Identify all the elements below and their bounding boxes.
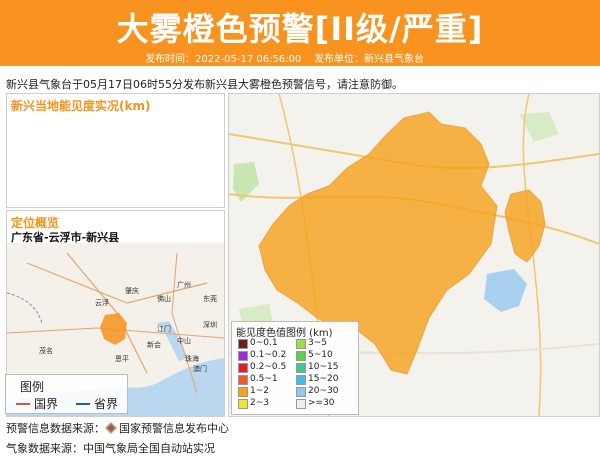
map-label: 江门: [157, 324, 171, 333]
map-label: 云浮: [95, 298, 109, 307]
warning-source: 预警信息数据来源： 国家预警信息发布中心: [6, 420, 229, 436]
province-border-line: [76, 403, 90, 405]
warning-meta: 发布时间：2022-05-17 06:56:00 发布单位：新兴县气象台: [145, 50, 424, 65]
warning-intro: 新兴县气象台于05月17日06时55分发布新兴县大雾橙色预警信号，请注意防御。: [6, 78, 403, 91]
map-label: 新会: [147, 340, 161, 349]
map-legend: 图例 国界 省界: [5, 374, 128, 414]
visibility-swatch-label: 0.1~0.2: [250, 350, 287, 360]
warning-banner: 大雾橙色预警[II级/严重] 发布时间：2022-05-17 06:56:00 …: [0, 0, 600, 66]
national-border-label: 国界: [34, 397, 59, 411]
map-label: 深圳: [203, 320, 217, 329]
visibility-swatch-label: 2~3: [250, 398, 269, 408]
warning-center-link[interactable]: 国家预警信息发布中心: [119, 422, 229, 435]
visibility-swatch: [296, 351, 306, 361]
publish-unit: 发布单位：新兴县气象台: [314, 54, 424, 65]
publish-time: 发布时间：2022-05-17 06:56:00: [145, 54, 302, 65]
visibility-swatch: [296, 339, 306, 349]
visibility-swatch: [296, 387, 306, 397]
visibility-swatch-label: 20~30: [308, 386, 339, 396]
visibility-swatch-label: 3~5: [308, 338, 327, 348]
visibility-swatch-label: 0.2~0.5: [250, 362, 287, 372]
weather-source: 气象数据来源：中国气象局全国自动站实况: [6, 442, 215, 455]
visibility-swatch-label: 15~20: [308, 374, 339, 384]
main-map[interactable]: 能见度色值图例 (km) 0~0.1 3~5 0.1~0.2 5~10 0.2~0.5 1…: [228, 93, 600, 417]
visibility-legend: 能见度色值图例 (km) 0~0.1 3~5 0.1~0.2 5~10 0.2~0.5 1…: [231, 321, 359, 415]
visibility-swatch: [238, 351, 248, 361]
national-border-line: [16, 403, 30, 405]
province-border-label: 省界: [94, 397, 119, 411]
visibility-swatch-label: >=30: [308, 398, 335, 408]
map-label: 中山: [177, 336, 191, 345]
visibility-swatch: [238, 363, 248, 373]
map-legend-title: 图例: [20, 380, 45, 394]
map-label: 肇庆: [125, 286, 139, 295]
visibility-swatch: [238, 399, 248, 409]
visibility-swatch: [238, 375, 248, 385]
map-label: 茂名: [39, 346, 53, 355]
visibility-swatch-label: 5~10: [308, 350, 333, 360]
map-label: 广州: [177, 280, 191, 289]
visibility-swatch-label: 0.5~1: [250, 374, 278, 384]
visibility-swatch-label: 0~0.1: [250, 338, 278, 348]
map-label: 澳门: [193, 364, 207, 373]
visibility-swatch-label: 10~15: [308, 362, 339, 372]
diamond-logo-icon: [105, 422, 117, 434]
visibility-swatch: [296, 399, 306, 409]
visibility-swatch: [296, 363, 306, 373]
warning-title: 大雾橙色预警[II级/严重]: [116, 10, 484, 48]
visibility-swatch: [296, 375, 306, 385]
map-label: 佛山: [157, 294, 171, 303]
warning-source-label: 预警信息数据来源：: [6, 422, 105, 435]
visibility-swatch: [238, 339, 248, 349]
visibility-panel-title: 新兴当地能见度实况(km): [11, 99, 151, 113]
visibility-swatch: [238, 387, 248, 397]
visibility-legend-title: 能见度色值图例 (km): [236, 328, 333, 339]
visibility-panel: 新兴当地能见度实况(km): [6, 93, 225, 208]
map-label: 东莞: [203, 294, 217, 303]
visibility-swatch-label: 1~2: [250, 386, 269, 396]
map-label: 恩平: [115, 355, 129, 363]
map-label: 珠海: [185, 354, 199, 363]
